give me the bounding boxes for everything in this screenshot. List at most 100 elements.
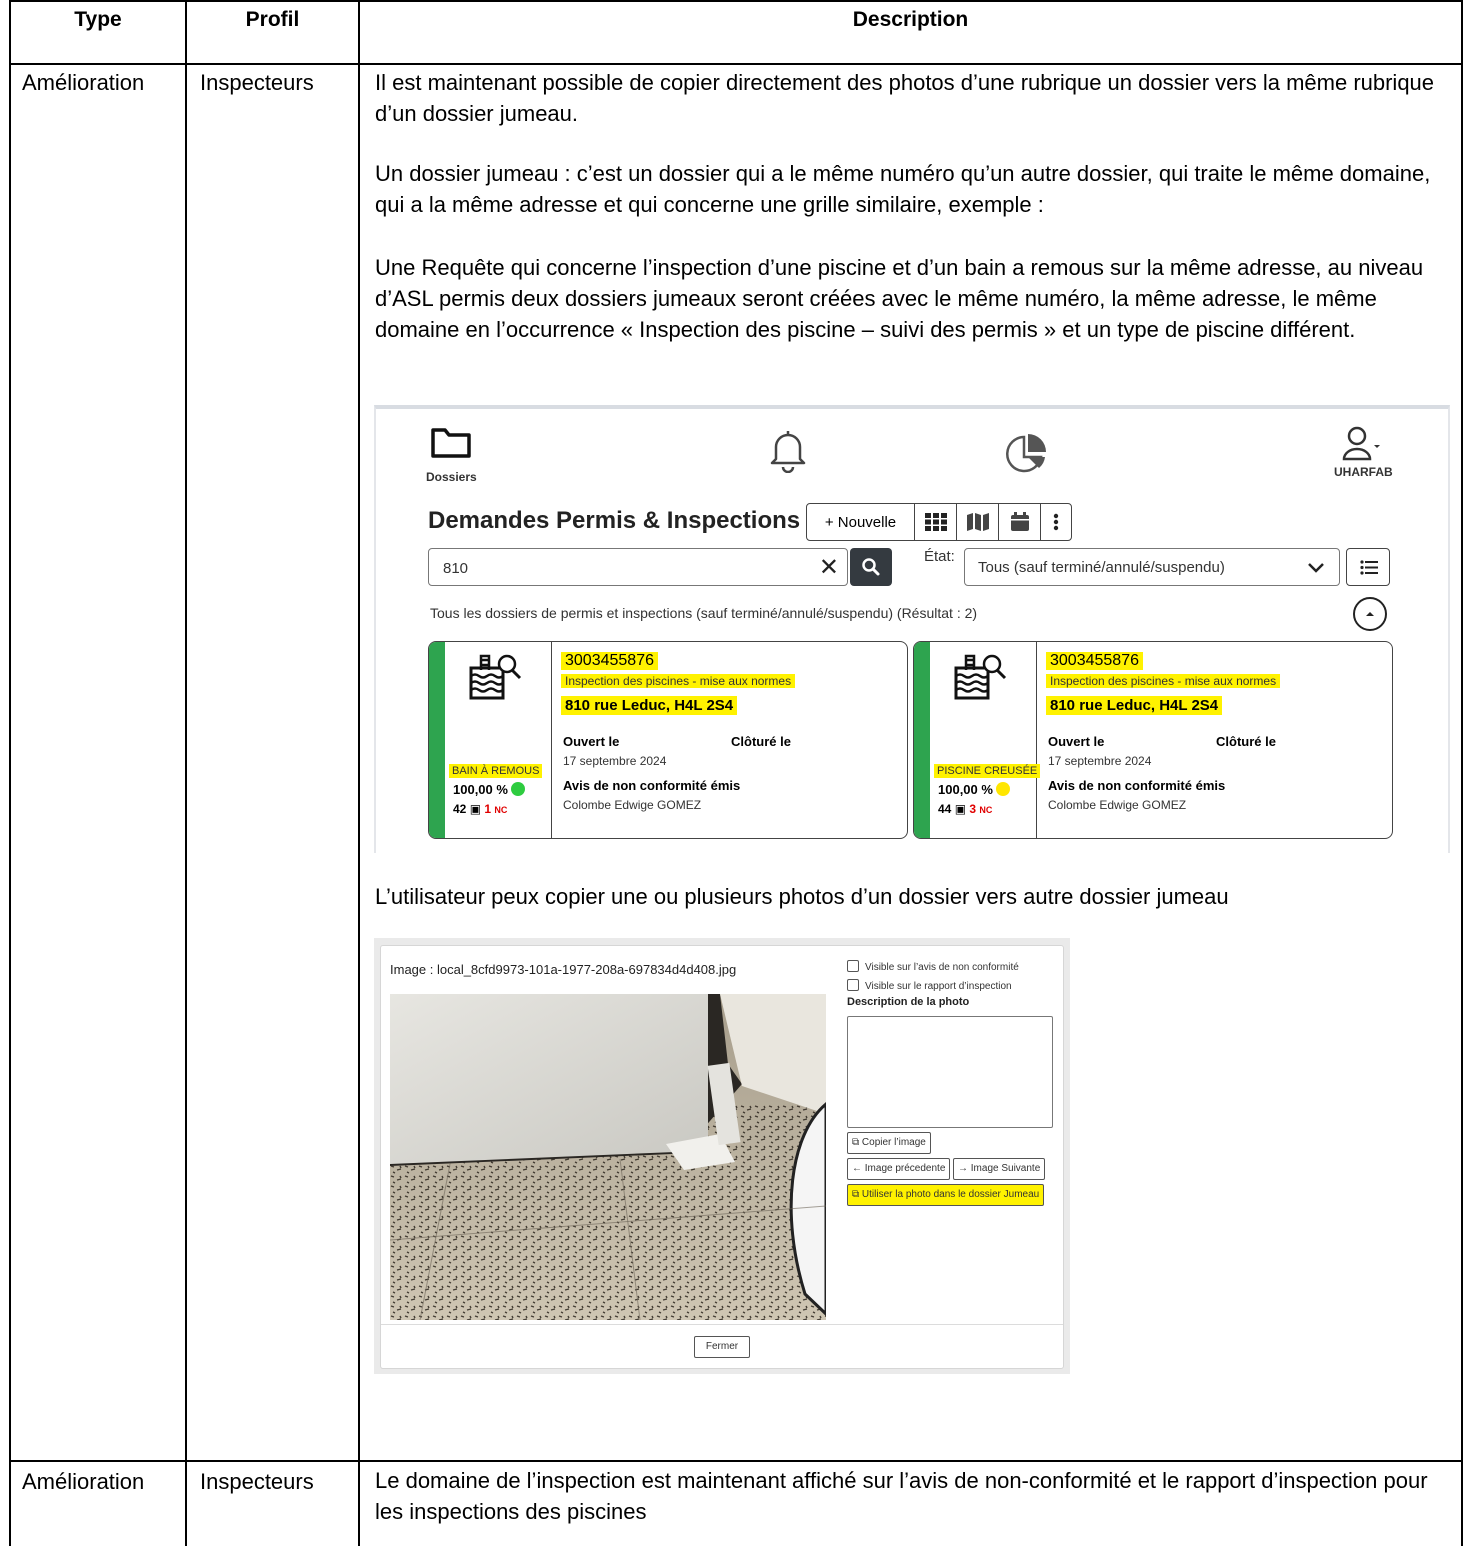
dialog-footer-divider: [381, 1324, 1063, 1325]
close-button[interactable]: Fermer: [694, 1336, 750, 1358]
description-textarea[interactable]: [847, 1016, 1053, 1128]
grid-view-icon[interactable]: [915, 504, 957, 540]
row1-type: Amélioration: [22, 70, 145, 95]
photo-dialog-screenshot: Image : local_8cfd9973-101a-1977-208a-69…: [374, 938, 1070, 1374]
nc-label: NC: [494, 805, 508, 815]
copy-icon: ⧉: [852, 1189, 860, 1200]
toolbar: + Nouvelle: [806, 503, 1072, 541]
camera-icon: ▣: [954, 802, 967, 816]
row1-profil: Inspecteurs: [200, 70, 314, 95]
search-icon: [862, 558, 880, 576]
photo-count-value: 44: [938, 802, 952, 816]
status-bar: [429, 642, 445, 838]
nav-dossiers-label[interactable]: Dossiers: [426, 470, 477, 484]
etat-select[interactable]: Tous (sauf terminé/annulé/suspendu): [964, 548, 1340, 586]
status-bar: [914, 642, 930, 838]
clear-search-icon[interactable]: ✕: [819, 553, 839, 582]
pool-type-badge: PISCINE CREUSÉE: [934, 764, 1041, 778]
dossier-card[interactable]: BAIN À REMOUS 100,00 % 42 ▣ 1 NC 3003455…: [428, 641, 908, 839]
use-in-twin-label: Utiliser la photo dans le dossier Jumeau: [861, 1189, 1040, 1200]
previous-image-button[interactable]: ← Image précedente: [847, 1158, 951, 1180]
table-divider-type: [185, 0, 187, 1546]
new-button[interactable]: + Nouvelle: [807, 504, 915, 540]
opened-label: Ouvert le: [1048, 734, 1105, 749]
inspection-photo: [389, 994, 828, 1321]
checkbox-label: Visible sur le rapport d’inspection: [865, 981, 1012, 992]
row2-profil: Inspecteurs: [200, 1469, 314, 1494]
nc-count-value: 1: [484, 802, 492, 816]
opened-date: 17 septembre 2024: [1048, 754, 1152, 768]
search-value: 810: [443, 560, 469, 577]
camera-icon: ▣: [469, 802, 482, 816]
more-options-icon[interactable]: [1041, 504, 1071, 540]
dossier-card[interactable]: PISCINE CREUSÉE 100,00 % 44 ▣ 3 NC 30034…: [913, 641, 1393, 839]
bell-icon[interactable]: [768, 427, 808, 478]
chevron-down-icon: [1308, 563, 1324, 573]
avis-status: Avis de non conformité émis: [563, 778, 741, 793]
pool-type-badge: BAIN À REMOUS: [449, 764, 543, 778]
dossier-address: 810 rue Leduc, H4L 2S4: [1046, 696, 1223, 715]
header-type: Type: [74, 8, 122, 31]
row1-paragraph-2: Un dossier jumeau : c’est un dossier qui…: [375, 158, 1455, 220]
table-divider-profil: [358, 0, 360, 1546]
table-border-right: [1461, 0, 1463, 1546]
collapse-button[interactable]: [1353, 597, 1387, 631]
table-border-top: [9, 0, 1463, 2]
pie-chart-icon[interactable]: [1004, 431, 1050, 482]
copy-image-button[interactable]: ⧉ Copier l’image: [847, 1132, 931, 1154]
percent-value: 100,00 %: [938, 782, 993, 797]
status-dot-icon: [995, 782, 1010, 796]
list-icon: [1360, 560, 1378, 575]
caret-up-icon: [1366, 612, 1374, 616]
use-in-twin-dossier-button[interactable]: ⧉ Utiliser la photo dans le dossier Jume…: [847, 1184, 1045, 1206]
inspector-name: Colombe Edwige GOMEZ: [1048, 798, 1187, 812]
paragraph-text: L’utilisateur peux copier une ou plusieu…: [375, 884, 1229, 909]
pool-inspection-icon: [952, 652, 1008, 711]
dossier-address: 810 rue Leduc, H4L 2S4: [561, 696, 738, 715]
checkbox-icon: [847, 960, 859, 972]
nc-label: NC: [979, 805, 993, 815]
header-description: Description: [852, 8, 969, 31]
user-icon[interactable]: [1340, 423, 1380, 468]
completion-percent: 100,00 %: [453, 782, 525, 797]
visible-rapport-checkbox[interactable]: Visible sur le rapport d’inspection: [847, 979, 1012, 992]
result-summary: Tous les dossiers de permis et inspectio…: [430, 605, 978, 621]
map-view-icon[interactable]: [957, 504, 999, 540]
photo-count: 44 ▣ 3 NC: [938, 802, 992, 816]
calendar-view-icon[interactable]: [999, 504, 1041, 540]
card-divider: [1036, 642, 1037, 838]
dossier-domain: Inspection des piscines - mise aux norme…: [1046, 674, 1281, 688]
row2-type: Amélioration: [22, 1469, 145, 1494]
completion-percent: 100,00 %: [938, 782, 1010, 797]
dossier-number: 3003455876: [561, 652, 658, 670]
photo-count: 42 ▣ 1 NC: [453, 802, 507, 816]
paragraph-text: Un dossier jumeau : c’est un dossier qui…: [375, 161, 1431, 217]
description-label: Description de la photo: [847, 996, 970, 1008]
list-view-button[interactable]: [1346, 548, 1390, 586]
photo-dialog: Image : local_8cfd9973-101a-1977-208a-69…: [380, 945, 1064, 1369]
inspector-name: Colombe Edwige GOMEZ: [563, 798, 702, 812]
page-title: Demandes Permis & Inspections: [428, 507, 801, 534]
image-title: Image : local_8cfd9973-101a-1977-208a-69…: [390, 962, 737, 977]
row1-paragraph-1: Il est maintenant possible de copier dir…: [375, 67, 1455, 129]
next-image-button[interactable]: → Image Suivante: [953, 1158, 1046, 1180]
checkbox-icon: [847, 979, 859, 991]
nc-count: 1 NC: [484, 802, 507, 816]
pool-inspection-icon: [467, 652, 523, 711]
paragraph-text: Une Requête qui concerne l’inspection d’…: [375, 255, 1424, 342]
dossier-number: 3003455876: [1046, 652, 1143, 670]
paragraph-text: Le domaine de l’inspection est maintenan…: [375, 1468, 1428, 1524]
visible-avis-checkbox[interactable]: Visible sur l’avis de non conformité: [847, 960, 1019, 973]
copy-image-label: Copier l’image: [861, 1137, 926, 1148]
search-input[interactable]: 810 ✕: [428, 548, 848, 586]
paragraph-text: Il est maintenant possible de copier dir…: [375, 70, 1435, 126]
folder-icon[interactable]: [430, 425, 472, 464]
percent-value: 100,00 %: [453, 782, 508, 797]
etat-label: État:: [924, 548, 955, 565]
row2-paragraph-1: Le domaine de l’inspection est maintenan…: [375, 1465, 1455, 1527]
nc-count: 3 NC: [969, 802, 992, 816]
search-button[interactable]: [850, 548, 892, 586]
closed-label: Clôturé le: [731, 734, 791, 749]
nav-user-label[interactable]: UHARFAB: [1334, 465, 1393, 479]
nc-count-value: 3: [969, 802, 977, 816]
